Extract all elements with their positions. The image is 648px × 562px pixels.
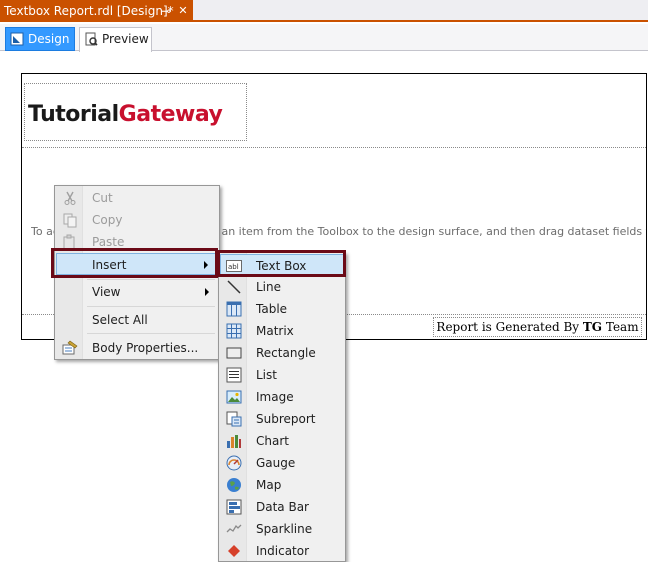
menu-item-select-all-label: Select All — [92, 313, 148, 327]
document-tab[interactable]: Textbox Report.rdl [Design]* ⊸ ✕ — [0, 0, 193, 22]
chart-icon — [227, 435, 241, 448]
subreport-icon — [226, 411, 242, 427]
document-tabstrip: Textbox Report.rdl [Design]* ⊸ ✕ — [0, 0, 648, 22]
tab-preview[interactable]: Preview — [79, 27, 152, 52]
tab-preview-label: Preview — [102, 32, 149, 46]
insert-item-chart-label: Chart — [256, 434, 289, 448]
insert-item-table[interactable]: Table — [221, 298, 344, 320]
map-icon — [227, 478, 241, 492]
insert-item-gauge-label: Gauge — [256, 456, 296, 470]
properties-icon — [62, 340, 78, 355]
submenu-arrow-icon — [205, 288, 209, 296]
design-icon — [10, 32, 24, 46]
menu-item-cut[interactable]: Cut — [57, 187, 217, 209]
tab-design[interactable]: Design — [5, 27, 75, 51]
footer-text-prefix: Report is Generated By — [436, 320, 583, 334]
logo-word-gateway: Gateway — [118, 102, 223, 127]
logo-image-box[interactable]: TutorialGateway — [24, 83, 247, 141]
insert-item-list[interactable]: List — [221, 364, 344, 386]
footer-textbox[interactable]: Report is Generated By TG Team — [433, 317, 642, 337]
insert-item-rectangle-label: Rectangle — [256, 346, 316, 360]
preview-icon — [85, 32, 98, 46]
insert-item-subreport-label: Subreport — [256, 412, 316, 426]
menu-separator — [87, 279, 215, 280]
gauge-icon — [226, 455, 242, 471]
logo-word-tutorial: Tutorial — [28, 102, 119, 127]
close-icon[interactable]: ✕ — [176, 0, 190, 22]
insert-item-indicator-label: Indicator — [256, 544, 310, 558]
tutorial-gateway-logo: TutorialGateway — [28, 102, 223, 127]
indicator-icon — [228, 545, 240, 557]
insert-item-subreport[interactable]: Subreport — [221, 408, 344, 430]
insert-item-matrix-label: Matrix — [256, 324, 294, 338]
insert-item-line-label: Line — [256, 280, 282, 294]
insert-item-map-label: Map — [256, 478, 282, 492]
document-tab-title: Textbox Report.rdl [Design]* — [4, 4, 174, 18]
list-icon — [226, 367, 242, 383]
page-header-divider — [22, 147, 646, 148]
menu-item-cut-label: Cut — [92, 191, 113, 205]
line-icon — [227, 280, 241, 294]
menu-item-body-properties-label: Body Properties... — [92, 341, 199, 355]
insert-item-data-bar-label: Data Bar — [256, 500, 309, 514]
menu-separator — [87, 333, 215, 334]
insert-item-gauge[interactable]: Gauge — [221, 452, 344, 474]
menu-item-copy-label: Copy — [92, 213, 123, 227]
menu-item-body-properties[interactable]: Body Properties... — [57, 337, 217, 359]
menu-item-select-all[interactable]: Select All — [57, 309, 217, 331]
copy-icon — [63, 213, 77, 228]
insert-item-line[interactable]: Line — [221, 276, 344, 298]
insert-item-sparkline-label: Sparkline — [256, 522, 313, 536]
insert-item-map[interactable]: Map — [221, 474, 344, 496]
textbox-highlight-frame — [217, 250, 346, 277]
footer-text-bold: TG — [582, 320, 603, 334]
insert-item-image-label: Image — [256, 390, 294, 404]
insert-item-rectangle[interactable]: Rectangle — [221, 342, 344, 364]
table-icon — [226, 301, 242, 317]
insert-item-data-bar[interactable]: Data Bar — [221, 496, 344, 518]
view-tabbar: Design Preview — [0, 24, 648, 52]
insert-submenu: abl Text Box Line Table Matrix Rectangle… — [218, 252, 346, 562]
footer-text-suffix: Team — [602, 320, 639, 334]
image-icon — [226, 390, 242, 404]
matrix-icon — [226, 323, 242, 339]
databar-icon — [226, 499, 242, 515]
menu-item-view-label: View — [92, 285, 121, 299]
cut-icon — [64, 191, 76, 205]
sparkline-icon — [226, 524, 242, 533]
menu-item-copy[interactable]: Copy — [57, 209, 217, 231]
insert-item-table-label: Table — [256, 302, 288, 316]
rectangle-icon — [226, 347, 242, 359]
menu-item-view[interactable]: View — [57, 281, 217, 303]
tab-design-label: Design — [28, 32, 70, 46]
insert-item-matrix[interactable]: Matrix — [221, 320, 344, 342]
insert-item-chart[interactable]: Chart — [221, 430, 344, 452]
insert-item-image[interactable]: Image — [221, 386, 344, 408]
insert-item-sparkline[interactable]: Sparkline — [221, 518, 344, 540]
insert-item-indicator[interactable]: Indicator — [221, 540, 344, 562]
menu-separator — [87, 306, 215, 307]
insert-highlight-frame — [51, 248, 218, 278]
insert-item-list-label: List — [256, 368, 277, 382]
pin-icon[interactable]: ⊸ — [159, 0, 173, 22]
